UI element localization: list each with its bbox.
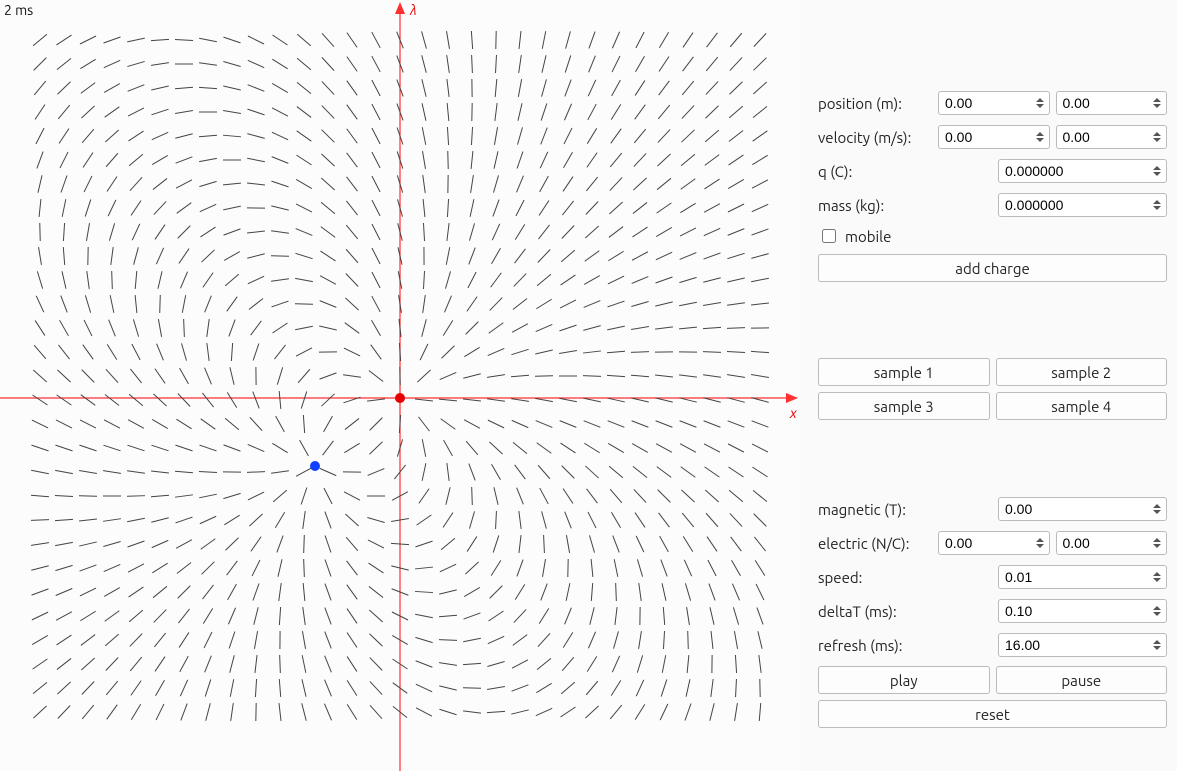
charge-q-input[interactable]	[998, 159, 1167, 183]
stepper-icon[interactable]	[1033, 93, 1047, 113]
sample-3-button[interactable]: sample 3	[818, 392, 990, 420]
pause-button[interactable]: pause	[996, 666, 1168, 694]
refresh-input[interactable]	[998, 633, 1167, 657]
mass-input[interactable]	[998, 193, 1167, 217]
velocity-label: velocity (m/s):	[818, 129, 938, 146]
stepper-icon[interactable]	[1150, 161, 1164, 181]
stepper-icon[interactable]	[1150, 533, 1164, 553]
reset-button[interactable]: reset	[818, 700, 1167, 728]
magnetic-label: magnetic (T):	[818, 501, 998, 518]
stepper-icon[interactable]	[1150, 567, 1164, 587]
speed-input[interactable]	[998, 565, 1167, 589]
stepper-icon[interactable]	[1150, 499, 1164, 519]
velocity-x-input[interactable]	[938, 125, 1050, 149]
mass-label: mass (kg):	[818, 197, 998, 214]
mobile-checkbox[interactable]: mobile	[818, 226, 1167, 246]
field-canvas[interactable]: 2 ms x λ	[0, 0, 800, 771]
stepper-icon[interactable]	[1150, 601, 1164, 621]
position-y-input[interactable]	[1056, 91, 1168, 115]
position-label: position (m):	[818, 95, 938, 112]
stepper-icon[interactable]	[1150, 635, 1164, 655]
position-x-input[interactable]	[938, 91, 1050, 115]
electric-label: electric (N/C):	[818, 535, 938, 552]
stepper-icon[interactable]	[1150, 93, 1164, 113]
x-axis-label: x	[790, 405, 797, 421]
magnetic-input[interactable]	[998, 497, 1167, 521]
electric-y-input[interactable]	[1056, 531, 1168, 555]
sample-4-button[interactable]: sample 4	[996, 392, 1168, 420]
sample-1-button[interactable]: sample 1	[818, 358, 990, 386]
deltat-label: deltaT (ms):	[818, 603, 998, 620]
deltat-input[interactable]	[998, 599, 1167, 623]
sample-2-button[interactable]: sample 2	[996, 358, 1168, 386]
play-button[interactable]: play	[818, 666, 990, 694]
negative-charge-dot[interactable]	[310, 461, 320, 471]
stepper-icon[interactable]	[1033, 533, 1047, 553]
stepper-icon[interactable]	[1150, 127, 1164, 147]
stepper-icon[interactable]	[1033, 127, 1047, 147]
elapsed-time-label: 2 ms	[4, 2, 33, 18]
stepper-icon[interactable]	[1150, 195, 1164, 215]
y-axis-label: λ	[410, 2, 417, 18]
add-charge-button[interactable]: add charge	[818, 254, 1167, 282]
velocity-y-input[interactable]	[1056, 125, 1168, 149]
mobile-checkbox-label: mobile	[845, 228, 891, 245]
positive-charge-dot[interactable]	[395, 393, 405, 403]
control-panel: position (m): velocity (m/s):	[800, 0, 1177, 771]
refresh-label: refresh (ms):	[818, 637, 998, 654]
speed-label: speed:	[818, 569, 998, 586]
charge-q-label: q (C):	[818, 163, 998, 180]
electric-x-input[interactable]	[938, 531, 1050, 555]
